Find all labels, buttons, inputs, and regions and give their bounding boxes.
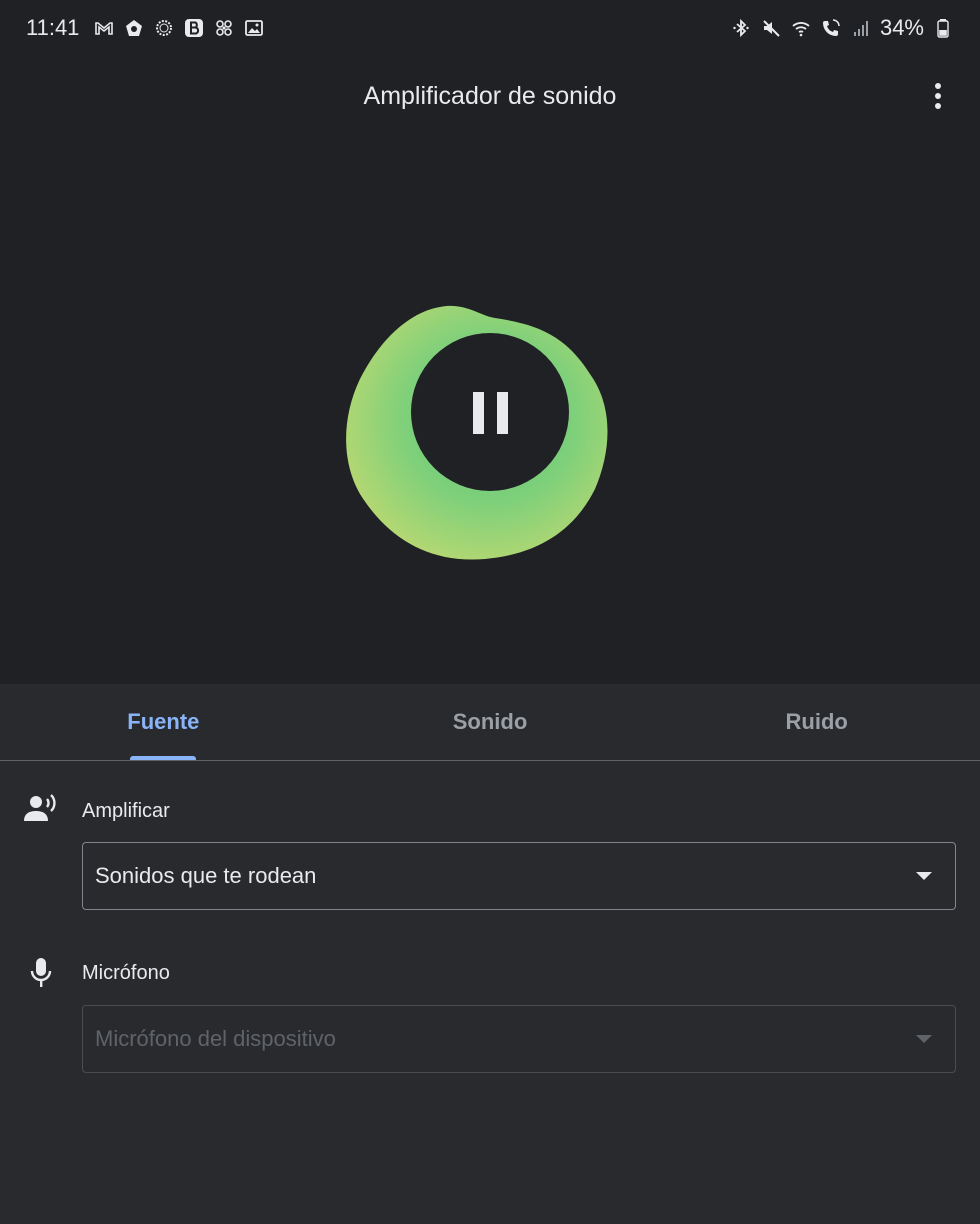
- more-vert-icon: [935, 83, 941, 109]
- tab-bar: Fuente Sonido Ruido: [0, 684, 980, 761]
- fan-icon: [213, 17, 235, 39]
- sun-ring-icon: [153, 17, 175, 39]
- pause-button-core: [411, 333, 569, 491]
- mute-icon: [760, 17, 782, 39]
- status-right: 34%: [730, 15, 954, 41]
- page-title: Amplificador de sonido: [363, 81, 617, 110]
- settings-panel: Fuente Sonido Ruido Amplificar Sonidos q…: [0, 684, 980, 1224]
- status-bar: 11:41 34%: [0, 0, 980, 56]
- pause-button[interactable]: [345, 304, 613, 562]
- tab-fuente[interactable]: Fuente: [0, 684, 327, 760]
- chevron-down-icon: [916, 1035, 932, 1043]
- microphone-selected-value: Micrófono del dispositivo: [95, 1026, 336, 1051]
- wifi-call-icon: [820, 17, 842, 39]
- microphone-label: Micrófono: [82, 962, 170, 984]
- status-time: 11:41: [26, 15, 80, 40]
- tab-sonido-label: Sonido: [452, 709, 528, 734]
- bluetooth-icon: [730, 17, 752, 39]
- hero-area: [0, 136, 980, 684]
- gmail-icon: [93, 17, 115, 39]
- tab-sonido[interactable]: Sonido: [327, 684, 654, 760]
- record-voice-icon: [22, 790, 60, 828]
- amplify-dropdown[interactable]: Sonidos que te rodean: [82, 842, 956, 910]
- battery-icon: [932, 17, 954, 39]
- battery-percent: 34%: [879, 15, 924, 40]
- tab-ruido[interactable]: Ruido: [653, 684, 980, 760]
- more-options-button[interactable]: [918, 76, 958, 116]
- signal-icon: [850, 17, 872, 39]
- b-app-icon: [183, 17, 205, 39]
- tab-fuente-label: Fuente: [127, 709, 200, 734]
- microphone-dropdown[interactable]: Micrófono del dispositivo: [82, 1005, 956, 1073]
- active-tab-indicator: [130, 756, 197, 760]
- mic-icon: [22, 954, 60, 992]
- app-bar: Amplificador de sonido: [0, 56, 980, 136]
- image-icon: [243, 17, 265, 39]
- amplify-section: Amplificar Sonidos que te rodean: [0, 790, 980, 920]
- microphone-section: Micrófono Micrófono del dispositivo: [0, 954, 980, 1084]
- chevron-down-icon: [916, 872, 932, 880]
- wifi-icon: [790, 17, 812, 39]
- pentagon-app-icon: [123, 17, 145, 39]
- amplify-selected-value: Sonidos que te rodean: [95, 863, 317, 888]
- tab-ruido-label: Ruido: [785, 709, 848, 734]
- status-left: 11:41: [26, 15, 265, 41]
- amplify-label: Amplificar: [82, 800, 170, 822]
